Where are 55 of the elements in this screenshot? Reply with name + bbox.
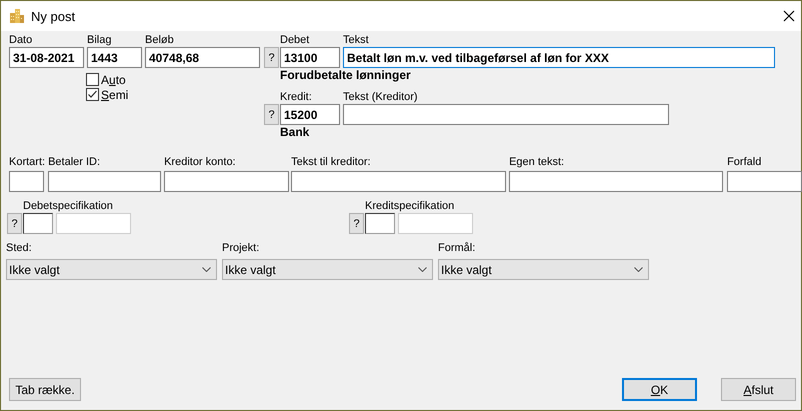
- field-label: Formål:: [438, 242, 476, 255]
- field-label: Beløb: [145, 34, 175, 47]
- account-field[interactable]: 13100: [280, 47, 340, 68]
- checkbox[interactable]: [86, 88, 99, 101]
- account-name: Forudbetalte lønninger: [280, 68, 412, 83]
- app-icon: [9, 8, 25, 24]
- field-label: Kortart:: [9, 156, 46, 169]
- input-field[interactable]: [164, 171, 290, 192]
- input-field[interactable]: [9, 171, 44, 192]
- account-field[interactable]: 15200: [280, 104, 340, 125]
- field-label: Sted:: [6, 242, 33, 255]
- window-title: Ny post: [31, 8, 76, 24]
- input-field[interactable]: 31-08-2021: [9, 47, 84, 68]
- input-field[interactable]: [291, 171, 506, 192]
- checkbox[interactable]: [86, 73, 99, 86]
- chevron-icon: [418, 267, 427, 272]
- input-field[interactable]: 1443: [87, 47, 142, 68]
- dropdown[interactable]: Ikke valgt: [6, 259, 217, 280]
- field-label: Debetspecifikation: [23, 200, 114, 213]
- field-label: Debet: [280, 34, 310, 47]
- field-label: Dato: [9, 34, 34, 47]
- help-button[interactable]: ?: [7, 213, 22, 234]
- field-label: Forfald: [727, 156, 762, 169]
- account-name: Bank: [280, 125, 310, 140]
- text-field[interactable]: Betalt løn m.v. ved tilbageførsel af løn for XXX: [343, 47, 775, 68]
- input-field[interactable]: [48, 171, 162, 192]
- input-field[interactable]: [23, 213, 53, 234]
- field-label: Kreditor konto:: [164, 156, 237, 169]
- field-label: Tekst (Kreditor): [343, 91, 419, 104]
- close-icon[interactable]: [783, 10, 795, 22]
- dialog-button[interactable]: Afslut: [721, 378, 796, 401]
- checkbox-label[interactable]: Auto: [101, 72, 126, 86]
- field-label: Bilag: [87, 34, 112, 47]
- chevron-icon: [202, 267, 211, 272]
- input-field[interactable]: 40748,68: [145, 47, 260, 68]
- dialog-button[interactable]: OK: [622, 378, 697, 401]
- field-label: Tekst til kreditor:: [291, 156, 372, 169]
- help-button[interactable]: ?: [349, 213, 364, 234]
- help-button[interactable]: ?: [264, 47, 279, 68]
- field-label: Egen tekst:: [509, 156, 566, 169]
- text-field[interactable]: [343, 104, 669, 125]
- input-field[interactable]: [509, 171, 724, 192]
- dropdown[interactable]: Ikke valgt: [438, 259, 649, 280]
- chevron-icon: [634, 267, 643, 272]
- field-label: Kredit:: [280, 91, 313, 104]
- input-field[interactable]: [727, 171, 802, 192]
- field-label: Betaler ID:: [48, 156, 102, 169]
- field-label: Projekt:: [222, 242, 260, 255]
- dropdown[interactable]: Ikke valgt: [222, 259, 433, 280]
- dialog-button[interactable]: Tab række.: [9, 378, 81, 401]
- checkbox-label[interactable]: Semi: [101, 88, 128, 102]
- input-field[interactable]: [365, 213, 395, 234]
- field-label: Kreditspecifikation: [365, 200, 456, 213]
- help-button[interactable]: ?: [264, 104, 279, 125]
- field-label: Tekst: [343, 34, 370, 47]
